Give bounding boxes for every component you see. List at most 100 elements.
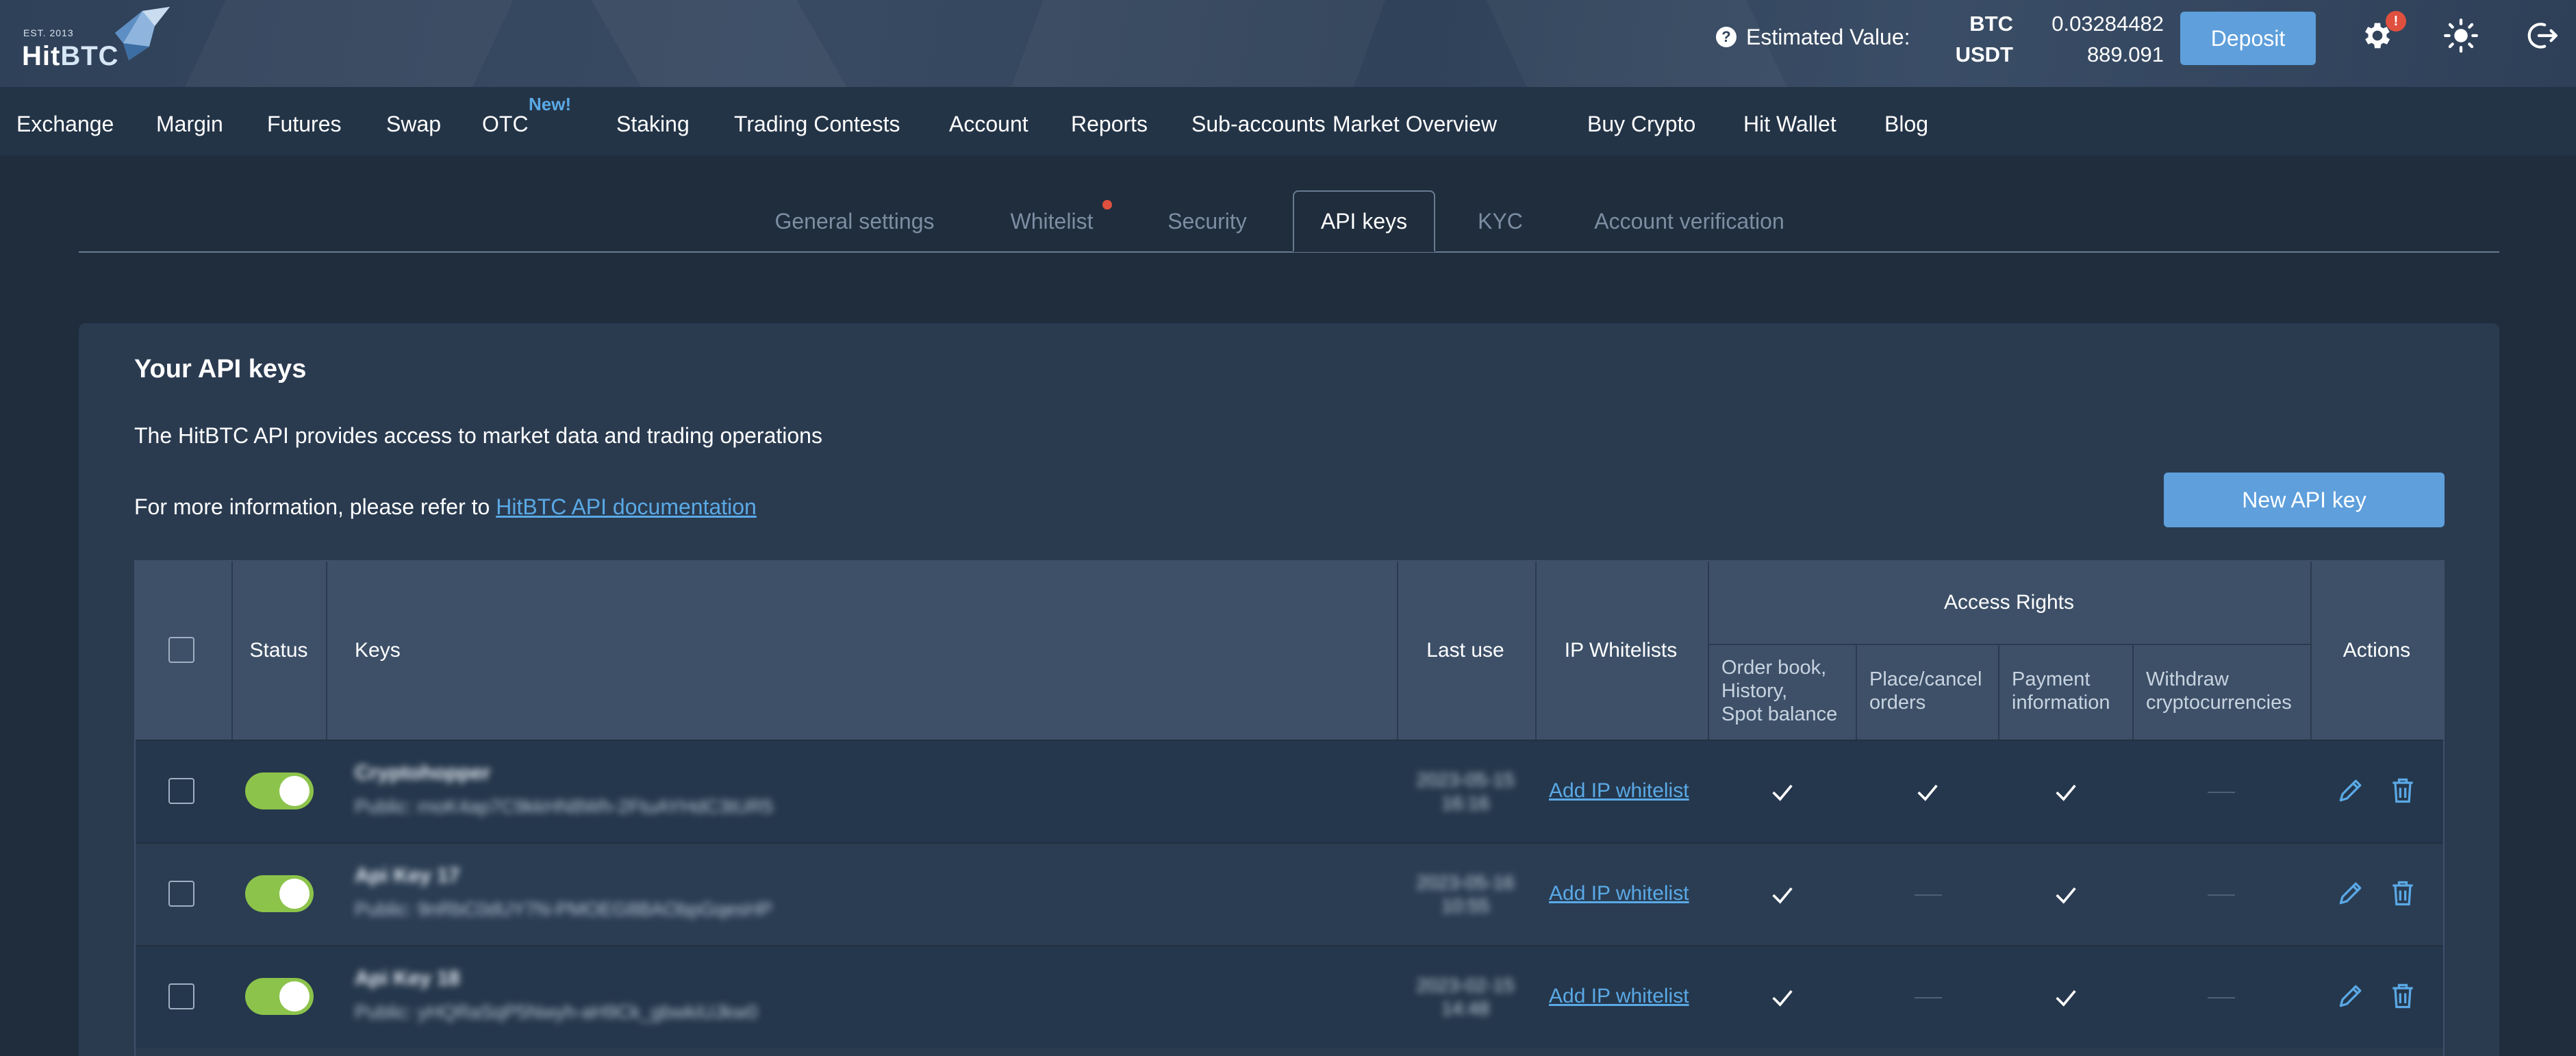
edit-pencil-icon[interactable] (2334, 771, 2368, 809)
more-info-prefix: For more information, please refer to (134, 494, 496, 519)
add-ip-whitelist-link[interactable]: Add IP whitelist (1549, 779, 1689, 803)
edit-pencil-icon[interactable] (2334, 874, 2368, 912)
api-documentation-link[interactable]: HitBTC API documentation (496, 494, 757, 519)
balance-values: 0.03284482 889.091 (2027, 8, 2164, 70)
theme-toggle-sun-icon[interactable] (2442, 16, 2480, 55)
header-keys: Keys (355, 639, 401, 662)
notification-badge: ! (2386, 11, 2406, 32)
otc-new-badge: New! (529, 94, 572, 114)
row-checkbox[interactable] (168, 778, 194, 804)
tab-kyc[interactable]: KYC (1463, 190, 1538, 252)
delete-trash-icon[interactable] (2386, 771, 2420, 809)
status-toggle[interactable] (245, 875, 314, 912)
header-status: Status (249, 639, 308, 662)
header-last-use: Last use (1426, 639, 1504, 662)
tab-whitelist[interactable]: Whitelist (983, 190, 1120, 252)
nav-item-exchange[interactable]: Exchange (16, 112, 114, 137)
status-toggle[interactable] (245, 772, 314, 809)
header-right-payment: Payment information (2012, 668, 2110, 714)
api-more-info: For more information, please refer to Hi… (134, 494, 757, 520)
table-row: Api Key 17 Public: 9nRbC0dUY7N-PMOEG8BAO… (136, 842, 2443, 945)
background-facet (1011, 0, 1385, 87)
nav-item-swap[interactable]: Swap (386, 112, 441, 137)
key-public: Public: rnoK4ap7C9kkHN8Wh-2FtuAYHdC3tUR5 (355, 796, 774, 817)
key-name: Api Key 17 (355, 864, 460, 887)
tab-account-verification[interactable]: Account verification (1575, 190, 1804, 252)
header-ip-whitelists: IP Whitelists (1564, 639, 1678, 662)
key-public: Public: yHQRaSqP5Nwyh-aH9Ck_gbwkiUJkw0 (355, 1001, 758, 1022)
nav-item-account[interactable]: Account (949, 112, 1028, 137)
table-header: Status Keys Last use IP Whitelists Acces… (136, 562, 2443, 740)
table-row: Cryptohopper Public: rnoK4ap7C9kkHN8Wh-2… (136, 740, 2443, 842)
dash-icon (1915, 894, 1942, 896)
add-ip-whitelist-link[interactable]: Add IP whitelist (1549, 882, 1689, 905)
whitelist-notification-dot (1102, 200, 1112, 210)
tabs-underline (79, 251, 2499, 253)
nav-item-otc[interactable]: OTC (482, 112, 529, 137)
new-api-key-button[interactable]: New API key (2164, 473, 2445, 527)
help-icon[interactable]: ? (1716, 27, 1737, 47)
edit-pencil-icon[interactable] (2334, 977, 2368, 1015)
tab-security[interactable]: Security (1144, 190, 1271, 252)
logo-name-hit: Hit (22, 41, 61, 71)
row-checkbox[interactable] (168, 983, 194, 1009)
delete-trash-icon[interactable] (2386, 977, 2420, 1015)
last-use: 2023-05-15 16:16 (1416, 769, 1515, 814)
balance-value: 889.091 (2086, 42, 2164, 66)
add-ip-whitelist-link[interactable]: Add IP whitelist (1549, 985, 1689, 1008)
tab-general-settings[interactable]: General settings (753, 190, 956, 252)
tab-api-keys[interactable]: API keys (1293, 190, 1435, 252)
header-divider (1708, 644, 2310, 645)
key-name: Api Key 18 (355, 967, 460, 990)
nav-item-blog[interactable]: Blog (1884, 112, 1928, 137)
nav-item-margin[interactable]: Margin (156, 112, 223, 137)
balance-codes: BTC USDT (1952, 8, 2013, 70)
check-icon (1765, 981, 1800, 1015)
sun-icon (2444, 18, 2478, 53)
header-right-withdraw: Withdraw cryptocurrencies (2146, 668, 2292, 714)
logo-est-text: EST. 2013 (23, 27, 74, 38)
hitbtc-logo[interactable]: EST. 2013 HitBTC (21, 5, 178, 81)
table-row: Api Key 18 Public: yHQRaSqP5Nwyh-aH9Ck_g… (136, 945, 2443, 1048)
dash-icon (2208, 894, 2235, 896)
delete-trash-icon[interactable] (2386, 874, 2420, 912)
page-title: Your API keys (134, 355, 307, 384)
dash-icon (1915, 997, 1942, 998)
last-use: 2023-02-15 14:48 (1416, 975, 1515, 1019)
nav-item-sub-accounts[interactable]: Sub-accounts (1191, 112, 1326, 137)
header-access-rights: Access Rights (1943, 591, 2075, 614)
status-toggle[interactable] (245, 978, 314, 1015)
bull-logo-icon (115, 7, 170, 60)
header-right-place-cancel: Place/cancel orders (1869, 668, 1982, 714)
nav-item-hit-wallet[interactable]: Hit Wallet (1743, 112, 1836, 137)
nav-item-futures[interactable]: Futures (267, 112, 341, 137)
background-facet (185, 0, 513, 87)
header-actions: Actions (2343, 639, 2411, 662)
row-checkbox[interactable] (168, 881, 194, 907)
nav-item-staking[interactable]: Staking (616, 112, 690, 137)
balance-code: BTC (1969, 12, 2013, 36)
balance-code: USDT (1955, 42, 2013, 66)
estimated-value: ? Estimated Value: (1716, 22, 1910, 52)
toggle-knob (279, 879, 310, 909)
nav-item-market-overview[interactable]: Market Overview (1333, 112, 1497, 137)
check-icon (2049, 878, 2083, 912)
deposit-button[interactable]: Deposit (2180, 12, 2316, 65)
header-right-order-book: Order book, History, Spot balance (1721, 657, 1838, 725)
check-icon (1765, 878, 1800, 912)
nav-item-trading-contests[interactable]: Trading Contests (734, 112, 900, 137)
dash-icon (2208, 997, 2235, 998)
select-all-checkbox[interactable] (168, 637, 194, 663)
dash-icon (2208, 792, 2235, 793)
toggle-knob (279, 981, 310, 1011)
check-icon (2049, 775, 2083, 809)
key-name: Cryptohopper (355, 762, 491, 784)
check-icon (1910, 775, 1945, 809)
toggle-knob (279, 776, 310, 806)
background-facet (591, 0, 846, 87)
estimated-value-label: Estimated Value: (1746, 24, 1910, 49)
logout-icon[interactable] (2523, 16, 2561, 55)
nav-item-buy-crypto[interactable]: Buy Crypto (1587, 112, 1695, 137)
logout-icon-svg (2527, 23, 2558, 49)
nav-item-reports[interactable]: Reports (1071, 112, 1148, 137)
